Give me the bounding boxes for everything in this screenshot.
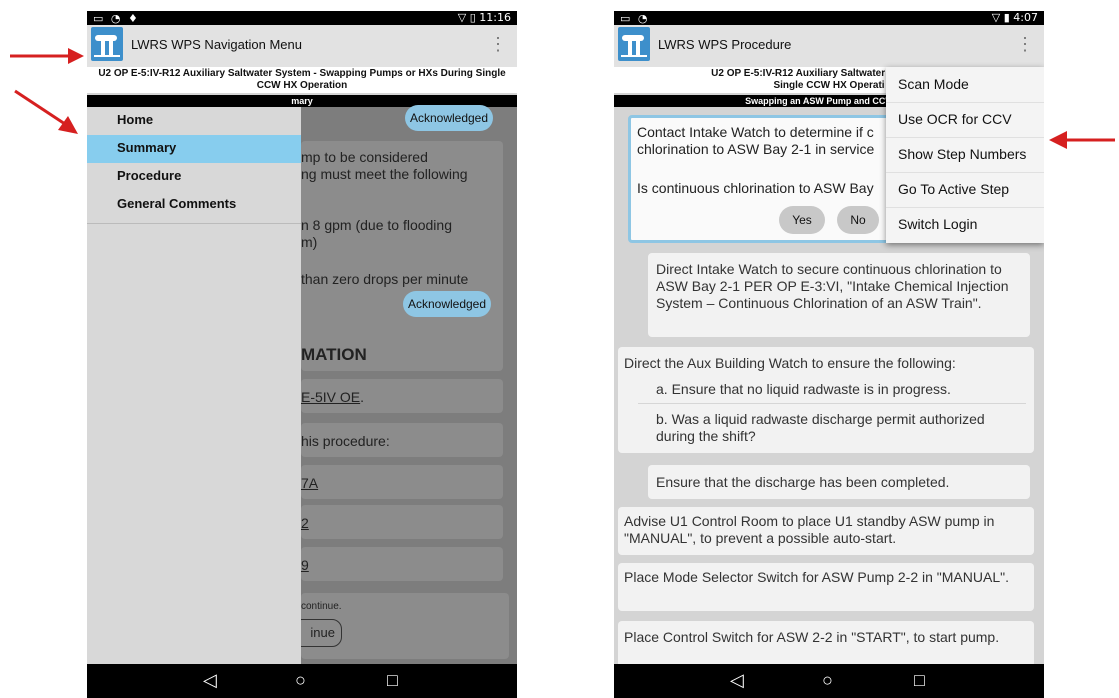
reference-card-3 [301,505,503,539]
continue-text: continue. [301,601,342,612]
step-text: Place Control Switch for ASW 2-2 in "STA… [624,629,1000,645]
overflow-menu: Scan Mode Use OCR for CCV Show Step Numb… [886,67,1044,243]
overflow-menu-icon[interactable]: ⋮ [1016,35,1034,53]
acknowledge-button-top[interactable]: Acknowledged [405,105,493,131]
right-tablet-screen: ▭ ◔ ▽ ▮ 4:07 LWRS WPS Procedure ⋮ U2 OP … [614,11,1044,698]
reference-link-1[interactable]: E-5IV OE [301,389,360,405]
drawer-item-summary[interactable]: Summary [87,135,301,163]
battery-icon: ▮ [1003,11,1010,24]
menu-item-go-to-active-step[interactable]: Go To Active Step [886,172,1044,208]
step-card: Direct the Aux Building Watch to ensure … [618,347,1034,453]
menu-item-use-ocr[interactable]: Use OCR for CCV [886,102,1044,138]
drawer-divider [87,223,301,224]
system-nav-bar: ◁ ○ □ [614,664,1044,698]
step-card: Advise U1 Control Room to place U1 stand… [618,507,1034,555]
step-subitem: a. Ensure that no liquid radwaste is in … [656,381,951,397]
reference-card-4 [301,547,503,581]
step-card: Place Mode Selector Switch for ASW Pump … [618,563,1034,611]
step-divider [638,403,1026,404]
menu-item-show-step-numbers[interactable]: Show Step Numbers [886,137,1044,173]
navigation-drawer: Home Summary Procedure General Comments [87,107,301,664]
drawer-item-general-comments[interactable]: General Comments [87,191,301,219]
recents-icon[interactable]: □ [914,670,925,691]
drawer-item-home[interactable]: Home [87,107,301,135]
recents-icon[interactable]: □ [387,670,398,691]
system-nav-bar: ◁ ○ □ [87,664,517,698]
annotation-arrow-actionbar [10,48,84,64]
step-text: Direct the Aux Building Watch to ensure … [624,355,956,371]
status-time: 4:07 [1013,11,1038,24]
annotation-arrow-menu [1049,131,1115,149]
acknowledged-button[interactable]: Acknowledged [403,291,491,317]
app-title: LWRS WPS Navigation Menu [131,37,302,52]
home-icon[interactable]: ○ [822,670,833,691]
app-title: LWRS WPS Procedure [658,37,792,52]
section-bar-label: mary [291,96,313,106]
document-title: U2 OP E-5:IV-R12 Auxiliary Saltwater Sys… [87,67,517,93]
reference-link-1-period: . [360,389,365,405]
action-bar: LWRS WPS Procedure ⋮ [614,25,1044,67]
reference-link-3[interactable]: 2 [301,515,309,531]
reference-link-4[interactable]: 9 [301,557,309,573]
wifi-icon: ▽ [991,11,1001,24]
requirement-item-a: n 8 gpm (due to flooding m) [301,217,452,250]
step-card: Ensure that the discharge has been compl… [648,465,1030,499]
status-time: 11:16 [479,11,511,24]
no-button[interactable]: No [837,206,879,234]
step-text: Place Mode Selector Switch for ASW Pump … [624,569,1009,585]
menu-item-switch-login[interactable]: Switch Login [886,207,1044,242]
back-icon[interactable]: ◁ [203,670,217,691]
app-logo[interactable] [91,27,123,61]
active-step-question: Is continuous chlorination to ASW Bay [637,180,874,196]
notification-icons: ▭ ◔ ♦ [93,12,140,25]
wifi-icon: ▽ [457,11,467,24]
app-logo[interactable] [618,27,650,61]
step-subitem: b. Was a liquid radwaste discharge permi… [656,411,985,444]
status-bar: ▭ ◔ ♦ ▽ ▯ 11:16 [87,11,517,25]
overflow-menu-icon[interactable]: ⋮ [489,35,507,53]
yes-button[interactable]: Yes [779,206,825,234]
action-bar: LWRS WPS Navigation Menu ⋮ [87,25,517,67]
battery-icon: ▯ [469,11,476,24]
home-icon[interactable]: ○ [295,670,306,691]
step-card: Place Control Switch for ASW 2-2 in "STA… [618,621,1034,667]
procedure-text: his procedure: [301,433,390,449]
section-heading: MATION [301,345,367,364]
status-bar: ▭ ◔ ▽ ▮ 4:07 [614,11,1044,25]
back-icon[interactable]: ◁ [730,670,744,691]
document-title-text: U2 OP E-5:IV-R12 Auxiliary Saltwater Sys… [98,68,506,91]
reference-link-2[interactable]: 7A [301,475,318,491]
reference-card-2 [301,465,503,499]
annotation-arrow-drawer [14,89,78,134]
menu-item-scan-mode[interactable]: Scan Mode [886,67,1044,103]
step-text: Ensure that the discharge has been compl… [656,474,950,490]
step-text: Advise U1 Control Room to place U1 stand… [624,513,995,546]
step-text: Direct Intake Watch to secure continuous… [656,261,1009,311]
drawer-item-procedure[interactable]: Procedure [87,163,301,191]
requirement-text: mp to be considered ng must meet the fol… [301,149,468,182]
active-step-text: Contact Intake Watch to determine if c c… [637,124,875,157]
step-card: Direct Intake Watch to secure continuous… [648,253,1030,337]
left-tablet-screen: ▭ ◔ ♦ ▽ ▯ 11:16 LWRS WPS Navigation Menu… [87,11,517,698]
requirement-item-b: than zero drops per minute [301,271,469,287]
notification-icons: ▭ ◔ [620,12,650,25]
